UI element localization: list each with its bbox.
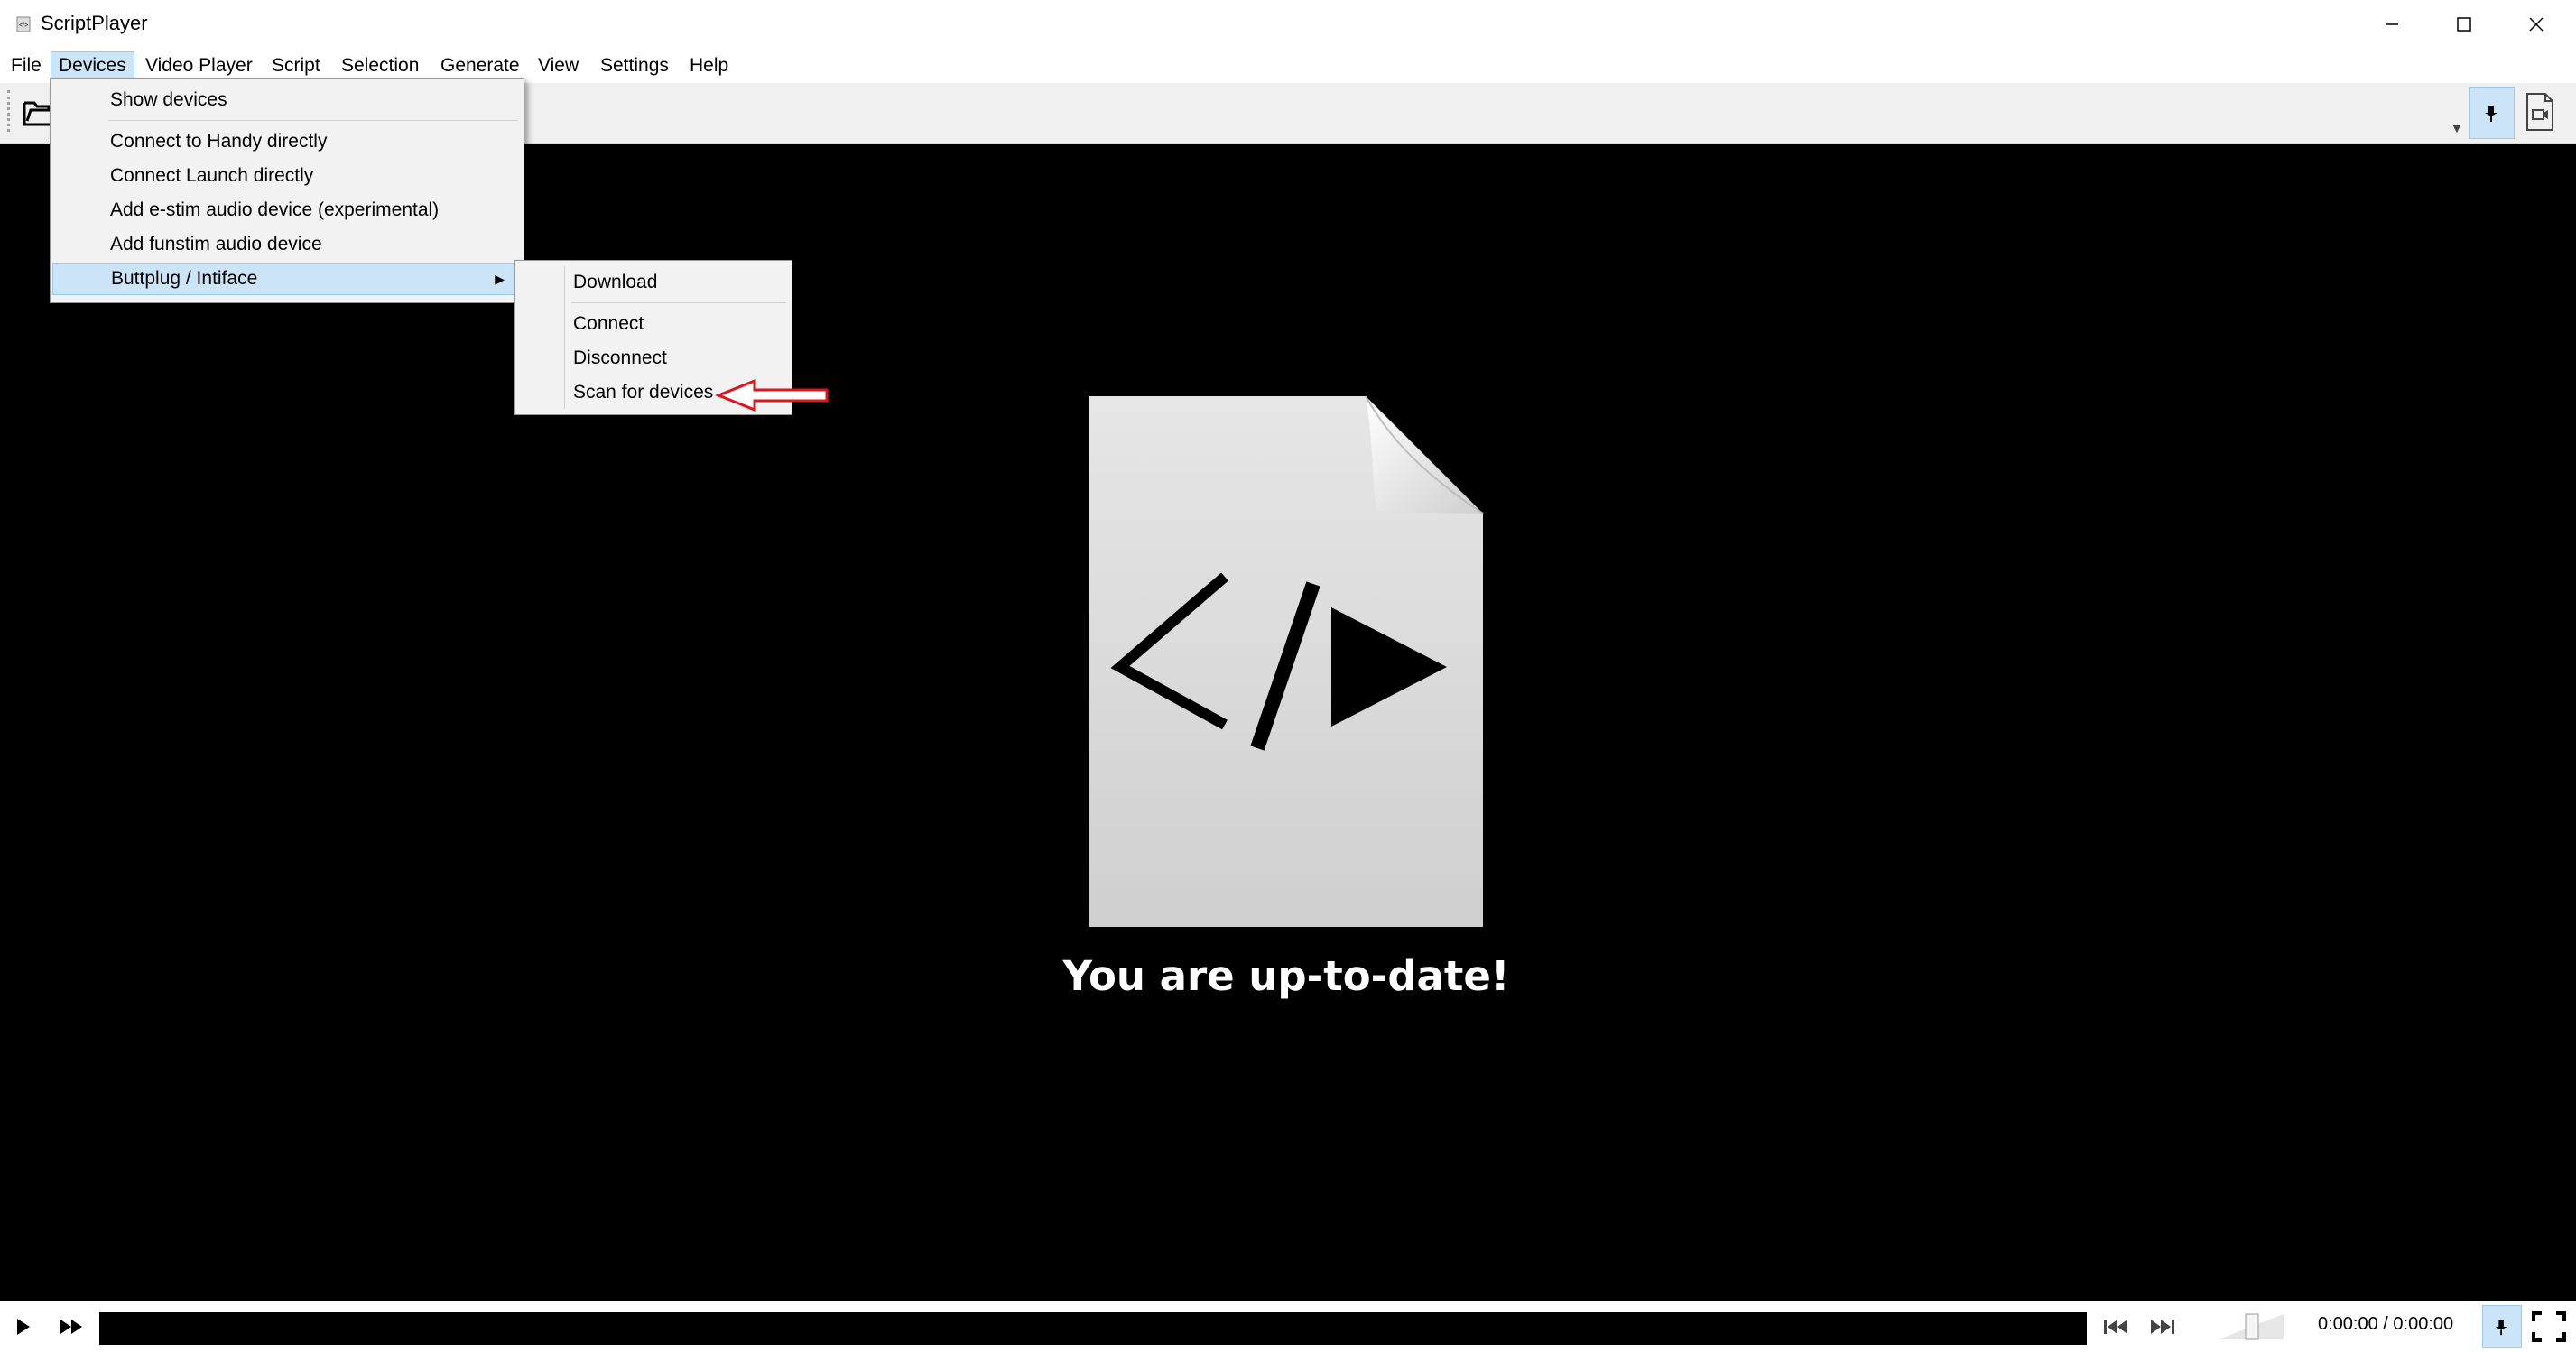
minimize-icon	[2386, 23, 2398, 25]
submenu-arrow-icon: ▶	[495, 272, 505, 286]
app-icon: </>	[16, 16, 31, 32]
menu-settings[interactable]: Settings	[593, 51, 676, 80]
menu-separator	[108, 120, 518, 121]
menu-video-player[interactable]: Video Player	[138, 51, 260, 80]
devices-menu: Show devices Connect to Handy directly C…	[50, 78, 524, 303]
menu-selection[interactable]: Selection	[334, 51, 426, 80]
menu-devices[interactable]: Devices	[51, 51, 134, 80]
fast-forward-button[interactable]	[54, 1310, 90, 1343]
menu-item-add-funstim[interactable]: Add funstim audio device	[52, 228, 520, 261]
close-icon	[2529, 17, 2544, 32]
pin-icon	[2485, 106, 2497, 122]
menu-item-add-estim[interactable]: Add e-stim audio device (experimental)	[52, 194, 520, 227]
submenu-separator	[571, 302, 786, 303]
script-file-icon	[1089, 395, 1484, 927]
timeline-seek-bar[interactable]	[99, 1312, 2087, 1345]
pin-button[interactable]	[2469, 87, 2515, 139]
submenu-item-download[interactable]: Download	[517, 266, 788, 299]
previous-button[interactable]	[2099, 1310, 2132, 1343]
svg-text:</>: </>	[19, 23, 28, 29]
time-display: 0:00:00 / 0:00:00	[2318, 1314, 2454, 1334]
menu-item-show-devices[interactable]: Show devices	[52, 84, 520, 116]
menu-item-label: Buttplug / Intiface	[111, 268, 258, 289]
next-button[interactable]	[2146, 1310, 2179, 1343]
menu-view[interactable]: View	[531, 51, 586, 80]
playback-bar: 0:00:00 / 0:00:00	[0, 1301, 2576, 1352]
play-icon	[17, 1319, 30, 1335]
menu-file[interactable]: File	[4, 51, 49, 80]
menu-generate[interactable]: Generate	[433, 51, 527, 80]
menu-help[interactable]: Help	[682, 51, 736, 80]
submenu-item-disconnect[interactable]: Disconnect	[517, 342, 788, 375]
video-file-icon[interactable]	[2524, 92, 2556, 132]
skip-previous-icon	[2104, 1320, 2127, 1334]
minimize-button[interactable]	[2356, 0, 2428, 49]
fast-forward-icon	[60, 1320, 82, 1334]
menu-item-connect-launch[interactable]: Connect Launch directly	[52, 160, 520, 192]
pin-button-bottom[interactable]	[2482, 1305, 2522, 1348]
fullscreen-button[interactable]	[2529, 1310, 2569, 1343]
play-button[interactable]	[9, 1310, 36, 1343]
fullscreen-icon	[2532, 1311, 2566, 1342]
title-bar: </> ScriptPlayer	[0, 0, 2576, 49]
menu-item-buttplug-intiface[interactable]: Buttplug / Intiface ▶	[52, 263, 520, 295]
close-button[interactable]	[2500, 0, 2572, 49]
annotation-arrow-icon	[715, 378, 829, 412]
toolbar-grip[interactable]	[7, 90, 13, 132]
menu-item-connect-handy[interactable]: Connect to Handy directly	[52, 125, 520, 158]
maximize-icon	[2457, 17, 2471, 32]
window-title: ScriptPlayer	[41, 12, 148, 34]
menu-script[interactable]: Script	[264, 51, 328, 80]
toolbar-overflow-icon[interactable]: ▼	[2451, 121, 2463, 135]
update-status-text: You are up-to-date!	[1062, 952, 1510, 1000]
submenu-item-connect[interactable]: Connect	[517, 308, 788, 340]
pin-icon	[2495, 1320, 2507, 1336]
maximize-button[interactable]	[2428, 0, 2500, 49]
volume-slider[interactable]	[2219, 1310, 2284, 1343]
skip-next-icon	[2151, 1320, 2174, 1334]
